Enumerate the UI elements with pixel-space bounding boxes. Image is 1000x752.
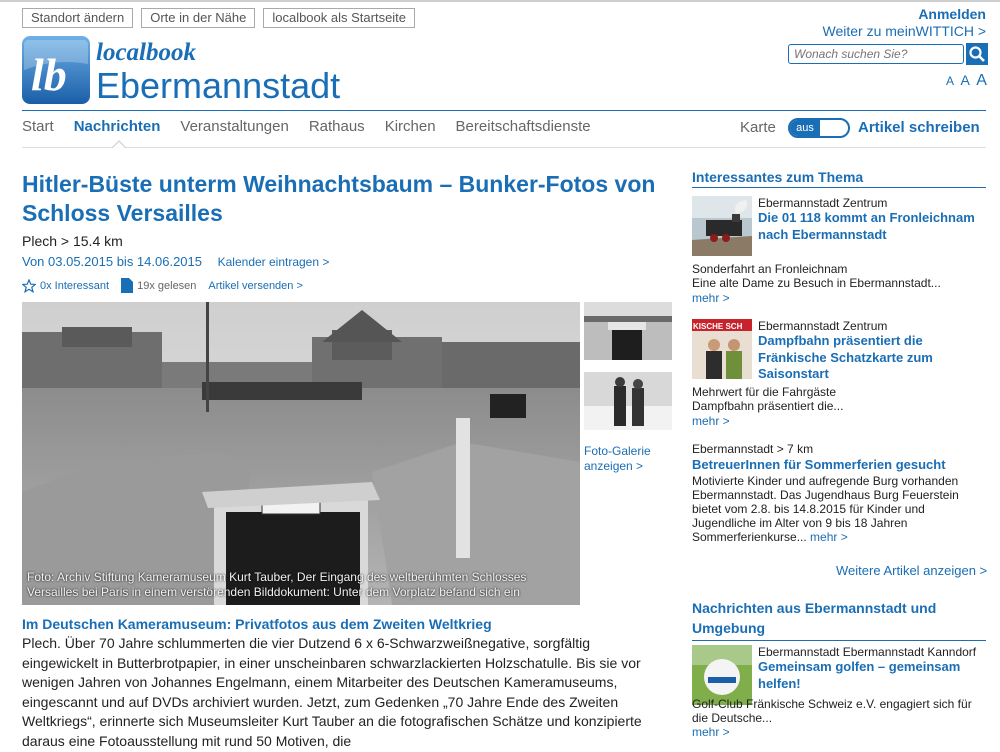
two-people-thumbnail [584,372,672,430]
teaser-2-image-text: KISCHE SCH [693,322,743,331]
map-toggle-knob [820,121,846,135]
town-name: Ebermannstadt [96,65,341,106]
svg-text:lb: lb [31,49,67,100]
news-teaser-image [692,645,752,705]
meinwittich-link[interactable]: Weiter zu meinWITTICH > [823,23,987,39]
search-icon [969,46,985,62]
news-teaser-title[interactable]: Gemeinsam golfen – gemeinsam helfen! [758,659,978,692]
teaser-2[interactable]: KISCHE SCH Ebermannstadt Zentrum Dampfba… [692,319,986,431]
write-article-link[interactable]: Artikel schreiben [858,119,980,136]
versailles-bunker-photo [22,302,580,605]
header-button-group: Standort ändern Orte in der Nähe localbo… [22,8,416,28]
teaser-3[interactable]: Ebermannstadt > 7 km BetreuerInnen für S… [692,442,986,552]
brand-name: localbook [96,39,196,66]
interesting-count: 0x Interessant [40,279,110,292]
teaser-1-title[interactable]: Die 01 118 kommt an Fronleichnam nach Eb… [758,210,978,243]
gallery-thumbnail-1[interactable] [584,302,672,360]
read-counter: 19x gelesen [121,278,196,293]
document-icon [121,278,134,293]
article-meta: 0x Interessant 19x gelesen Artikel verse… [22,278,315,293]
nav-kirchen[interactable]: Kirchen [385,118,436,135]
news-title: Nachrichten aus Ebermannstadt und Umgebu… [692,598,986,641]
font-size-medium[interactable]: A [960,72,969,88]
change-location-button[interactable]: Standort ändern [22,8,134,28]
teaser-2-text: Mehrwert für die Fahrgäste Dampfbahn prä… [692,385,844,413]
font-size-small[interactable]: A [946,74,954,88]
news-teaser-more-link[interactable]: mehr > [692,725,730,739]
nav-bereitschaftsdienste[interactable]: Bereitschaftsdienste [456,118,591,135]
teaser-3-location: Ebermannstadt > 7 km [692,442,814,456]
font-size-large[interactable]: A [976,72,987,89]
nav-divider-top [22,110,986,111]
date-range: Von 03.05.2015 bis 14.06.2015 [22,254,202,269]
teaser-3-text: Motivierte Kinder und aufregende Burg vo… [692,474,982,544]
teaser-1[interactable]: Ebermannstadt Zentrum Die 01 118 kommt a… [692,196,986,308]
sidebar-news-heading: Nachrichten aus Ebermannstadt und Umgebu… [692,598,986,641]
teaser-2-location: Ebermannstadt Zentrum [758,319,888,333]
golf-ball-image [692,645,752,705]
article-body: Plech. Über 70 Jahre schlummerten die vi… [22,635,642,749]
account-links: Anmelden Weiter zu meinWITTICH > [823,6,987,39]
nav-divider-bottom [22,147,986,148]
main-nav: Start Nachrichten Veranstaltungen Rathau… [22,118,611,135]
nav-nachrichten[interactable]: Nachrichten [74,118,161,135]
article-dates: Von 03.05.2015 bis 14.06.2015 Kalender e… [22,254,329,269]
related-title: Interessantes zum Thema [692,169,986,188]
main-photo[interactable]: Foto: Archiv Stiftung Kameramuseum Kurt … [22,302,580,605]
brand: localbook Ebermannstadt [96,40,340,106]
news-teaser-text: Golf-Club Fränkische Schweiz e.V. engagi… [692,697,972,725]
teaser-1-image [692,196,752,256]
steam-train-image [692,196,752,256]
article-title: Hitler-Büste unterm Weihnachtsbaum – Bun… [22,171,656,226]
teaser-2-title[interactable]: Dampfbahn präsentiert die Fränkische Sch… [758,333,978,383]
teaser-2-more-link[interactable]: mehr > [692,414,730,428]
teaser-3-more-link[interactable]: mehr > [810,530,848,544]
search-bar [788,43,988,65]
article-subheading: Im Deutschen Kameramuseum: Privatfotos a… [22,616,492,632]
login-link[interactable]: Anmelden [823,6,986,22]
photo-caption: Foto: Archiv Stiftung Kameramuseum Kurt … [27,570,527,599]
gallery-thumbnail-2[interactable] [584,372,672,430]
bunker-entrance-thumbnail [584,302,672,360]
localbook-logo[interactable]: lb [22,36,90,104]
more-articles-link[interactable]: Weitere Artikel anzeigen > [836,563,987,578]
teaser-2-image: KISCHE SCH [692,319,752,379]
star-icon [22,278,36,293]
map-toggle[interactable]: aus [788,118,850,138]
search-button[interactable] [966,43,988,65]
news-teaser-location: Ebermannstadt Ebermannstadt Kanndorf [758,645,977,659]
dampfbahn-people-image: KISCHE SCH [692,319,752,379]
teaser-1-more-link[interactable]: mehr > [692,291,730,305]
nav-rathaus[interactable]: Rathaus [309,118,365,135]
search-input[interactable] [788,44,964,64]
photo-gallery-link[interactable]: Foto-Galerie anzeigen > [584,444,674,474]
teaser-1-location: Ebermannstadt Zentrum [758,196,888,210]
active-nav-caret [112,140,126,148]
sidebar-related-heading: Interessantes zum Thema [692,169,986,188]
teaser-1-text: Sonderfahrt an Fronleichnam Eine alte Da… [692,262,941,290]
news-teaser[interactable]: Ebermannstadt Ebermannstadt Kanndorf Gem… [692,645,986,745]
map-toggle-label: aus [790,120,820,136]
read-count: 19x gelesen [137,279,197,292]
interesting-action[interactable]: 0x Interessant [22,278,110,293]
nearby-places-button[interactable]: Orte in der Nähe [141,8,256,28]
set-homepage-button[interactable]: localbook als Startseite [263,8,416,28]
map-label: Karte [740,119,776,136]
nav-start[interactable]: Start [22,118,54,135]
send-article-link[interactable]: Artikel versenden > [208,280,302,292]
teaser-3-title[interactable]: BetreuerInnen für Sommerferien gesucht [692,458,986,472]
font-size-controls: A A A [946,72,989,90]
calendar-link[interactable]: Kalender eintragen > [218,255,330,269]
top-border [0,0,1000,2]
article-location: Plech > 15.4 km [22,233,123,249]
nav-veranstaltungen[interactable]: Veranstaltungen [180,118,288,135]
